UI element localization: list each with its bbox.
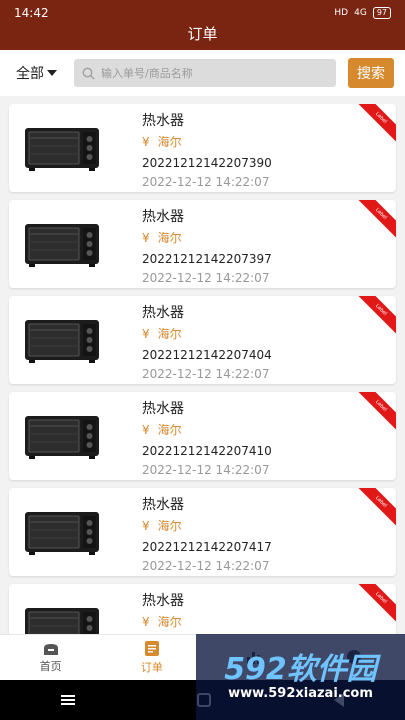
tab-orders-label: 订单 xyxy=(140,661,163,674)
watermark-main: 592软件园 xyxy=(224,651,377,687)
search-placeholder: 输入单号/商品名称 xyxy=(101,67,193,80)
filter-label: 全部 xyxy=(16,66,44,82)
brand-line: ¥ 海尔 xyxy=(142,517,272,535)
currency-symbol: ¥ xyxy=(142,615,150,629)
brand-name: 海尔 xyxy=(157,135,182,149)
currency-symbol: ¥ xyxy=(142,327,150,341)
order-info: 热水器 ¥ 海尔 20221212142207410 2022-12-12 14:… xyxy=(142,400,272,479)
order-time: 2022-12-12 14:22:07 xyxy=(142,559,270,573)
order-number: 20221212142207397 xyxy=(142,252,272,266)
oven-thumbnail xyxy=(25,512,99,555)
battery-icon: 97 xyxy=(372,7,391,19)
product-name: 热水器 xyxy=(142,209,184,225)
currency-symbol: ¥ xyxy=(142,423,150,437)
oven-thumbnail xyxy=(25,320,99,363)
tab-home-label: 首页 xyxy=(39,659,62,673)
watermark-url: www.592xiazai.com xyxy=(228,685,373,701)
product-name: 热水器 xyxy=(142,113,184,129)
network-label: HD xyxy=(334,8,349,18)
oven-thumbnail xyxy=(25,416,99,459)
currency-symbol: ¥ xyxy=(142,231,150,245)
product-name: 热水器 xyxy=(142,401,184,417)
corner-ribbon: Label xyxy=(351,488,396,532)
brand-name: 海尔 xyxy=(157,231,182,245)
product-name: 热水器 xyxy=(142,497,184,513)
order-card[interactable]: 热水器 ¥ 海尔 20221212142207410 2022-12-12 14:… xyxy=(9,392,396,480)
order-time: 2022-12-12 14:22:07 xyxy=(142,463,270,477)
search-bar: 全部 输入单号/商品名称 搜索 xyxy=(0,50,405,96)
order-card[interactable]: 热水器 ¥ 海尔 Label xyxy=(9,584,396,634)
currency-symbol: ¥ xyxy=(142,519,150,533)
caret-down-icon xyxy=(47,70,57,76)
tab-orders[interactable]: 订单 xyxy=(101,635,202,680)
order-number: 20221212142207417 xyxy=(142,540,272,554)
oven-thumbnail xyxy=(25,608,99,634)
order-card[interactable]: 热水器 ¥ 海尔 20221212142207390 2022-12-12 14:… xyxy=(9,104,396,192)
brand-line: ¥ 海尔 xyxy=(142,229,272,247)
corner-ribbon: Label xyxy=(351,584,396,628)
brand-line: ¥ 海尔 xyxy=(142,133,272,151)
order-list[interactable]: 热水器 ¥ 海尔 20221212142207390 2022-12-12 14:… xyxy=(0,96,405,634)
order-number: 20221212142207410 xyxy=(142,444,272,458)
tab-home[interactable]: 首页 xyxy=(0,635,101,680)
order-info: 热水器 ¥ 海尔 20221212142207417 2022-12-12 14:… xyxy=(142,496,272,575)
order-number: 20221212142207404 xyxy=(142,348,272,362)
product-name: 热水器 xyxy=(142,593,184,609)
order-card[interactable]: 热水器 ¥ 海尔 20221212142207417 2022-12-12 14:… xyxy=(9,488,396,576)
brand-name: 海尔 xyxy=(157,519,182,533)
brand-line: ¥ 海尔 xyxy=(142,325,272,343)
corner-ribbon: Label xyxy=(351,200,396,244)
brand-line: ¥ 海尔 xyxy=(142,613,184,631)
oven-thumbnail xyxy=(25,224,99,267)
corner-ribbon: Label xyxy=(351,296,396,340)
page-title: 订单 xyxy=(187,25,218,43)
order-time: 2022-12-12 14:22:07 xyxy=(142,271,270,285)
watermark-logo: 592软件园 www.592xiazai.com xyxy=(196,634,405,720)
signal-icon: 4G xyxy=(354,8,367,18)
oven-thumbnail xyxy=(25,128,99,171)
order-number: 20221212142207390 xyxy=(142,156,272,170)
search-icon xyxy=(82,67,95,79)
order-info: 热水器 ¥ 海尔 20221212142207397 2022-12-12 14:… xyxy=(142,208,272,287)
brand-name: 海尔 xyxy=(157,423,182,437)
order-list-icon xyxy=(144,641,159,656)
status-indicators: HD 4G 97 xyxy=(334,7,391,19)
order-info: 热水器 ¥ 海尔 20221212142207390 2022-12-12 14:… xyxy=(142,112,272,191)
order-info: 热水器 ¥ 海尔 20221212142207404 2022-12-12 14:… xyxy=(142,304,272,383)
order-card[interactable]: 热水器 ¥ 海尔 20221212142207404 2022-12-12 14:… xyxy=(9,296,396,384)
status-bar: 14:42 HD 4G 97 xyxy=(14,4,391,22)
corner-ribbon: Label xyxy=(351,392,396,436)
menu-icon[interactable] xyxy=(61,695,76,705)
app-header: 14:42 HD 4G 97 订单 xyxy=(0,0,405,50)
status-time: 14:42 xyxy=(14,6,49,20)
corner-ribbon: Label xyxy=(351,104,396,148)
filter-dropdown[interactable]: 全部 xyxy=(16,63,60,83)
home-icon xyxy=(43,643,58,655)
brand-line: ¥ 海尔 xyxy=(142,421,272,439)
product-name: 热水器 xyxy=(142,305,184,321)
brand-name: 海尔 xyxy=(157,615,182,629)
search-input[interactable]: 输入单号/商品名称 xyxy=(74,59,336,87)
order-time: 2022-12-12 14:22:07 xyxy=(142,175,270,189)
order-info: 热水器 ¥ 海尔 xyxy=(142,592,184,634)
order-time: 2022-12-12 14:22:07 xyxy=(142,367,270,381)
brand-name: 海尔 xyxy=(157,327,182,341)
order-card[interactable]: 热水器 ¥ 海尔 20221212142207397 2022-12-12 14:… xyxy=(9,200,396,288)
search-button[interactable]: 搜索 xyxy=(348,58,394,88)
currency-symbol: ¥ xyxy=(142,135,150,149)
